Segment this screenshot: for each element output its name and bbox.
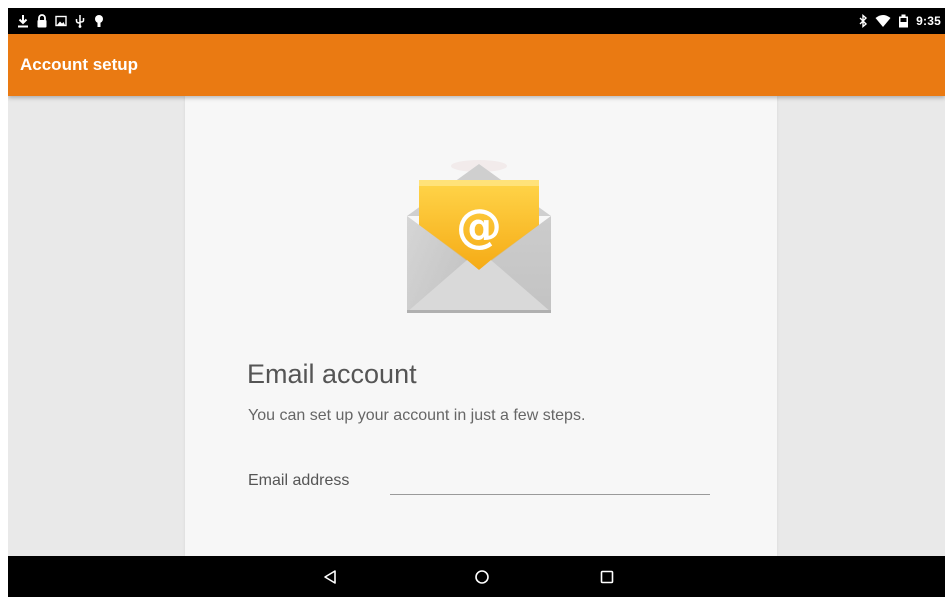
system-status-icons: 9:35 <box>856 12 941 30</box>
email-address-label: Email address <box>248 472 350 489</box>
recents-icon[interactable] <box>596 566 618 588</box>
status-bar: 9:35 <box>8 8 945 34</box>
setup-card: @ Email account You can set up your acco… <box>185 96 777 556</box>
usb-icon <box>73 13 86 29</box>
navigation-bar <box>8 556 945 597</box>
notification-icons <box>16 12 105 30</box>
lock-icon <box>35 13 48 29</box>
image-icon <box>54 13 67 29</box>
email-envelope-icon: @ <box>399 146 559 316</box>
setup-description: You can set up your account in just a fe… <box>248 407 586 424</box>
home-icon[interactable] <box>471 566 493 588</box>
svg-text:@: @ <box>456 199 502 253</box>
android-debug-icon <box>92 13 105 29</box>
setup-heading: Email account <box>247 359 417 389</box>
device-screen: 9:35 Account setup @ Email account You c… <box>8 8 945 597</box>
setup-content: @ Email account You can set up your acco… <box>8 96 945 556</box>
wifi-icon <box>875 13 891 29</box>
page-title: Account setup <box>20 55 139 74</box>
action-bar: Account setup <box>8 34 945 96</box>
battery-icon <box>897 13 910 29</box>
download-icon <box>16 13 29 29</box>
bluetooth-icon <box>856 13 869 29</box>
email-address-field[interactable] <box>390 468 710 495</box>
back-icon[interactable] <box>319 566 341 588</box>
clock-time: 9:35 <box>916 14 941 28</box>
